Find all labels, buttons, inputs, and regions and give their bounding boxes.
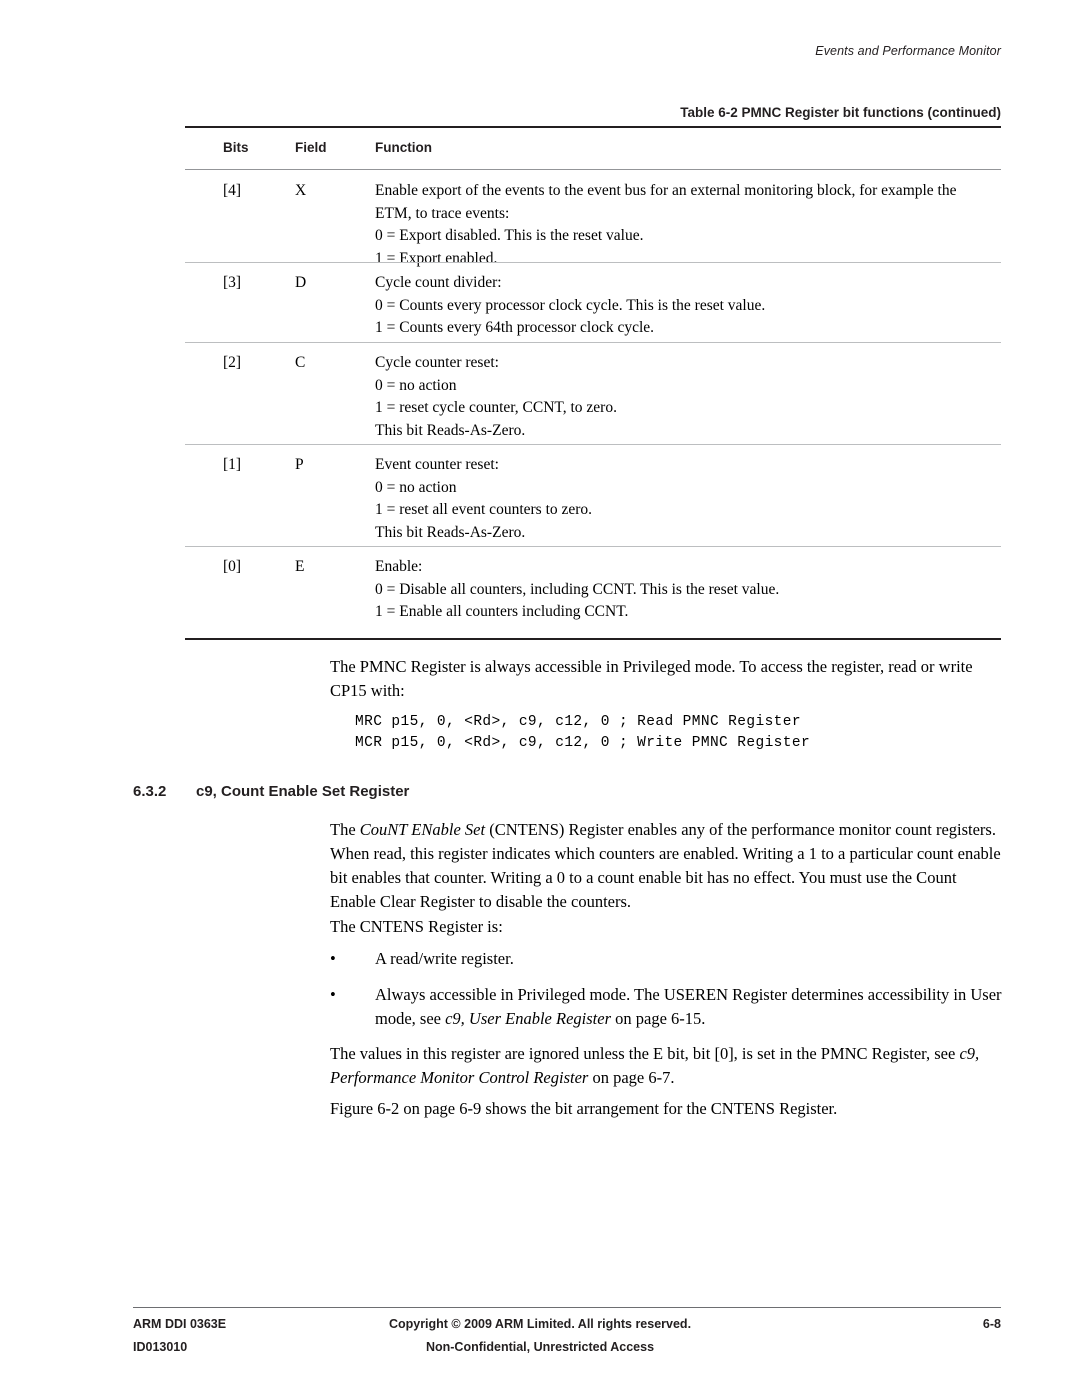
cell-field: E [295, 558, 305, 575]
section-title: c9, Count Enable Set Register [196, 783, 410, 800]
footer-page-number: 6-8 [982, 1317, 1001, 1331]
row-separator [185, 546, 1001, 547]
code-line-read: MRC p15, 0, <Rd>, c9, c12, 0 ; Read PMNC… [355, 714, 801, 730]
paragraph-cntens-is: The CNTENS Register is: [330, 917, 503, 936]
paragraph-figure-ref: Figure 6-2 on page 6-9 shows the bit arr… [330, 1099, 838, 1118]
function-line: Event counter reset: [375, 456, 499, 473]
cell-function: Cycle count divider: 0 = Counts every pr… [375, 272, 995, 340]
function-line: 0 = Disable all counters, including CCNT… [375, 580, 780, 598]
function-line: 1 = reset all event counters to zero. [375, 501, 593, 518]
row-separator [185, 262, 1001, 263]
cell-bits: [2] [223, 354, 242, 371]
table-row: [0] E Enable: 0 = Disable all counters, … [185, 546, 1001, 638]
function-line: 0 = Export disabled. This is the reset v… [375, 227, 644, 244]
table-row: [4] X Enable export of the events to the… [185, 170, 1001, 267]
cell-function: Enable: 0 = Disable all counters, includ… [375, 556, 995, 624]
row-separator [185, 342, 1001, 343]
function-line: This bit Reads-As-Zero. [375, 523, 526, 541]
paragraph-values: The values in this register are ignored … [330, 1042, 1002, 1090]
values-text-part1: The values in this register are ignored … [330, 1044, 960, 1063]
cell-field: D [295, 274, 307, 291]
table-row: [1] P Event counter reset: 0 = no action… [185, 444, 1001, 546]
running-head: Events and Performance Monitor [815, 44, 1001, 58]
cell-function: Enable export of the events to the event… [375, 180, 995, 270]
cell-field: X [295, 182, 307, 199]
function-line: 1 = reset cycle counter, CCNT, to zero. [375, 399, 617, 416]
paragraph-access: The PMNC Register is always accessible i… [330, 657, 973, 700]
function-line: Cycle count divider: [375, 274, 502, 291]
cell-bits: [4] [223, 182, 242, 199]
table-header-row: Bits Field Function [185, 140, 1001, 168]
footer-copyright: Copyright © 2009 ARM Limited. All rights… [388, 1317, 692, 1331]
table-row: [2] C Cycle counter reset: 0 = no action… [185, 342, 1001, 444]
function-line: 1 = Enable all counters including CCNT. [375, 603, 629, 620]
table-caption: Table 6-2 PMNC Register bit functions (c… [680, 105, 1001, 120]
table-bottom-rule [185, 638, 1001, 640]
cell-field: P [295, 456, 304, 473]
cell-bits: [3] [223, 274, 242, 291]
footer-rule [133, 1307, 1001, 1309]
document-page: Events and Performance Monitor Table 6-2… [0, 0, 1080, 1397]
cell-bits: [0] [223, 558, 242, 575]
bullet2-text-part2: on page 6-15. [611, 1009, 706, 1028]
intro-emphasis: CouNT ENable Set [359, 820, 486, 839]
function-line: 0 = no action [375, 376, 457, 394]
section-number: 6.3.2 [133, 783, 167, 800]
bullet-dot: • [330, 949, 336, 968]
bullet-dot: • [330, 985, 336, 1004]
footer-confidentiality: Non-Confidential, Unrestricted Access [425, 1340, 655, 1354]
function-line: Cycle counter reset: [375, 354, 499, 371]
bullet2-emphasis: c9, User Enable Register [445, 1009, 611, 1028]
cell-bits: [1] [223, 456, 242, 473]
list-item-label: Always accessible in Privileged mode. Th… [375, 983, 1005, 1031]
intro-text-part1: The [330, 820, 360, 839]
list-item-label: A read/write register. [375, 949, 514, 968]
cell-function: Cycle counter reset: 0 = no action 1 = r… [375, 352, 995, 442]
column-header-field: Field [295, 140, 327, 155]
function-line: This bit Reads-As-Zero. [375, 421, 526, 439]
paragraph-cntens-intro: The CouNT ENable Set (CNTENS) Register e… [330, 818, 1002, 914]
table-row: [3] D Cycle count divider: 0 = Counts ev… [185, 262, 1001, 342]
table-top-rule [185, 126, 1001, 128]
code-line-write: MCR p15, 0, <Rd>, c9, c12, 0 ; Write PMN… [355, 735, 811, 751]
function-line: Enable: [375, 558, 423, 575]
row-separator [185, 444, 1001, 445]
function-line: Enable export of the events to the event… [375, 182, 957, 222]
column-header-function: Function [375, 140, 432, 155]
function-line: 0 = no action [375, 478, 457, 496]
column-header-bits: Bits [223, 140, 249, 155]
function-line: 0 = Counts every processor clock cycle. … [375, 296, 766, 314]
cell-function: Event counter reset: 0 = no action 1 = r… [375, 454, 995, 544]
cell-field: C [295, 354, 306, 371]
values-text-part2: on page 6-7. [588, 1068, 675, 1087]
function-line: 1 = Counts every 64th processor clock cy… [375, 319, 655, 336]
